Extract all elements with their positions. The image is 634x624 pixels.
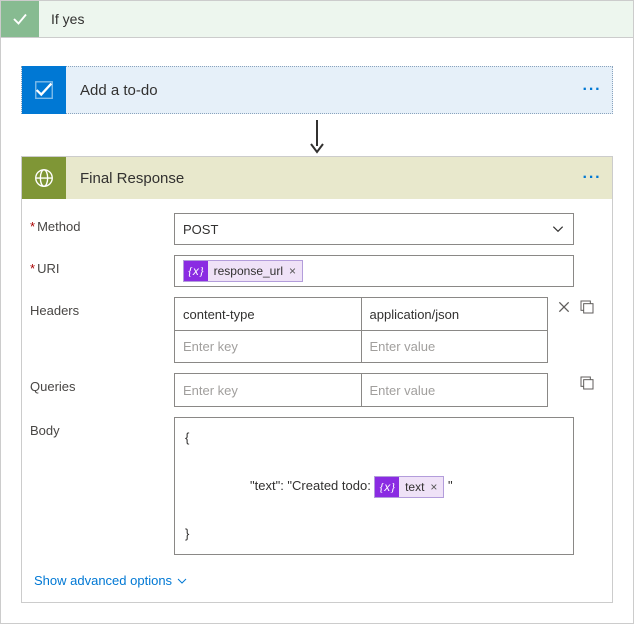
dynamic-token-text[interactable]: {x}text× bbox=[374, 476, 444, 498]
uri-input[interactable]: {x} response_url × bbox=[174, 255, 574, 287]
method-select[interactable]: POST bbox=[174, 213, 574, 245]
dynamic-token-response-url[interactable]: {x} response_url × bbox=[183, 260, 303, 282]
body-text: " bbox=[444, 478, 452, 493]
more-menu-button[interactable]: ··· bbox=[572, 169, 612, 187]
header-row-new: Enter key Enter value bbox=[175, 330, 547, 362]
method-row: Method POST bbox=[30, 213, 600, 245]
queries-row: Queries Enter key Enter value bbox=[30, 373, 600, 407]
body-text: { bbox=[185, 430, 189, 445]
delete-header-button[interactable] bbox=[554, 297, 574, 317]
header-value-input[interactable]: application/json bbox=[361, 298, 548, 330]
query-value-input[interactable]: Enter value bbox=[361, 374, 548, 406]
header-key-input[interactable]: content-type bbox=[175, 298, 361, 330]
uri-row: URI {x} response_url × bbox=[30, 255, 600, 287]
step-title: Add a to-do bbox=[66, 82, 572, 99]
headers-table: content-type application/json Enter key … bbox=[174, 297, 548, 363]
step-title: Final Response bbox=[66, 170, 572, 187]
header-key-input[interactable]: Enter key bbox=[175, 331, 361, 362]
chevron-down-icon bbox=[551, 222, 565, 236]
globe-icon bbox=[22, 157, 66, 199]
switch-to-text-mode-button[interactable] bbox=[577, 373, 597, 393]
chevron-down-icon bbox=[176, 575, 188, 587]
fx-icon: {x} bbox=[375, 477, 399, 497]
query-row-new: Enter key Enter value bbox=[175, 374, 547, 406]
uri-label: URI bbox=[30, 261, 59, 276]
body-input[interactable]: { "text": "Created todo: {x}text× " } bbox=[174, 417, 574, 555]
query-key-input[interactable]: Enter key bbox=[175, 374, 361, 406]
remove-token-button[interactable]: × bbox=[430, 475, 443, 499]
more-menu-button[interactable]: ··· bbox=[572, 81, 612, 99]
token-name: response_url bbox=[208, 264, 289, 278]
method-label: Method bbox=[30, 219, 80, 234]
queries-label: Queries bbox=[30, 373, 174, 394]
body-row: Body { "text": "Created todo: {x}text× "… bbox=[30, 417, 600, 555]
header-value-input[interactable]: Enter value bbox=[361, 331, 548, 362]
condition-title: If yes bbox=[39, 11, 84, 27]
flow-arrow bbox=[21, 114, 613, 156]
method-value: POST bbox=[183, 222, 218, 237]
body-label: Body bbox=[30, 417, 174, 438]
step-header-final-response[interactable]: Final Response ··· bbox=[22, 157, 612, 199]
token-name: text bbox=[399, 475, 430, 499]
checkmark-icon bbox=[1, 1, 39, 37]
show-advanced-options-link[interactable]: Show advanced options bbox=[34, 573, 188, 588]
planner-icon bbox=[22, 66, 66, 114]
headers-row: Headers content-type application/json En… bbox=[30, 297, 600, 363]
body-text: } bbox=[185, 526, 189, 541]
fx-icon: {x} bbox=[184, 261, 208, 281]
condition-header[interactable]: If yes bbox=[1, 1, 633, 38]
step-final-response: Final Response ··· Method POST bbox=[21, 156, 613, 603]
queries-table: Enter key Enter value bbox=[174, 373, 548, 407]
switch-to-text-mode-button[interactable] bbox=[577, 297, 597, 317]
headers-label: Headers bbox=[30, 297, 174, 318]
body-text: "text": "Created todo: bbox=[243, 478, 375, 493]
step-header-add-todo[interactable]: Add a to-do ··· bbox=[21, 66, 613, 114]
header-row: content-type application/json bbox=[175, 298, 547, 330]
remove-token-button[interactable]: × bbox=[289, 264, 302, 278]
step-add-todo: Add a to-do ··· bbox=[21, 66, 613, 114]
